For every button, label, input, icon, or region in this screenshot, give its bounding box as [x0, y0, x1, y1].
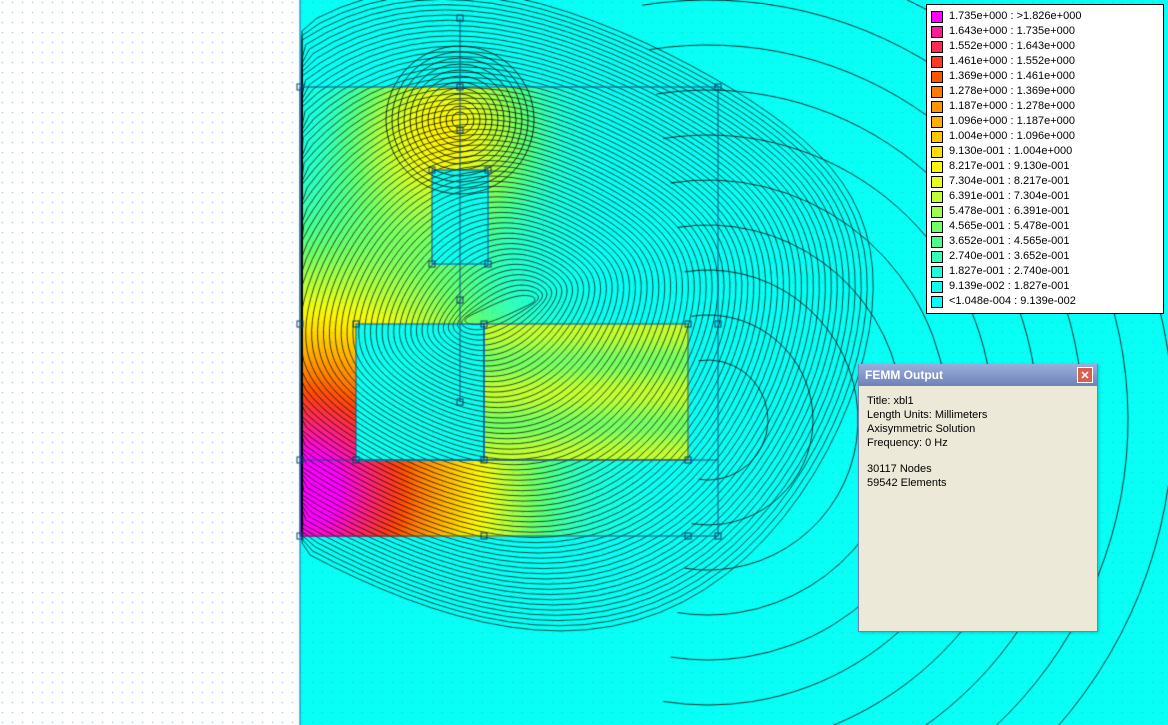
legend-row: 2.740e-001 : 3.652e-001: [931, 249, 1159, 264]
legend-swatch: [931, 176, 943, 188]
color-legend: 1.735e+000 : >1.826e+0001.643e+000 : 1.7…: [926, 4, 1164, 314]
legend-label: <1.048e-004 : 9.139e-002: [949, 294, 1076, 309]
legend-swatch: [931, 116, 943, 128]
legend-row: 1.552e+000 : 1.643e+000: [931, 39, 1159, 54]
legend-label: 1.735e+000 : >1.826e+000: [949, 9, 1081, 24]
legend-swatch: [931, 41, 943, 53]
legend-row: 4.565e-001 : 5.478e-001: [931, 219, 1159, 234]
legend-row: 9.139e-002 : 1.827e-001: [931, 279, 1159, 294]
legend-label: 1.004e+000 : 1.096e+000: [949, 129, 1075, 144]
legend-label: 4.565e-001 : 5.478e-001: [949, 219, 1070, 234]
legend-swatch: [931, 131, 943, 143]
output-line: 30117 Nodes: [867, 462, 1089, 476]
legend-row: 1.735e+000 : >1.826e+000: [931, 9, 1159, 24]
legend-label: 8.217e-001 : 9.130e-001: [949, 159, 1070, 174]
legend-row: 1.369e+000 : 1.461e+000: [931, 69, 1159, 84]
legend-label: 9.139e-002 : 1.827e-001: [949, 279, 1070, 294]
legend-row: 5.478e-001 : 6.391e-001: [931, 204, 1159, 219]
legend-swatch: [931, 101, 943, 113]
legend-swatch: [931, 221, 943, 233]
legend-row: 1.004e+000 : 1.096e+000: [931, 129, 1159, 144]
legend-label: 2.740e-001 : 3.652e-001: [949, 249, 1070, 264]
legend-label: 7.304e-001 : 8.217e-001: [949, 174, 1070, 189]
legend-label: 1.461e+000 : 1.552e+000: [949, 54, 1075, 69]
output-line: Title: xbl1: [867, 394, 1089, 408]
legend-label: 1.827e-001 : 2.740e-001: [949, 264, 1070, 279]
output-line: Length Units: Millimeters: [867, 408, 1089, 422]
legend-label: 1.096e+000 : 1.187e+000: [949, 114, 1075, 129]
legend-label: 6.391e-001 : 7.304e-001: [949, 189, 1070, 204]
legend-swatch: [931, 266, 943, 278]
legend-swatch: [931, 146, 943, 158]
output-line: 59542 Elements: [867, 476, 1089, 490]
legend-swatch: [931, 86, 943, 98]
legend-row: 1.643e+000 : 1.735e+000: [931, 24, 1159, 39]
output-window-titlebar[interactable]: FEMM Output ✕: [859, 364, 1097, 386]
close-icon[interactable]: ✕: [1077, 367, 1093, 383]
legend-label: 1.369e+000 : 1.461e+000: [949, 69, 1075, 84]
legend-row: 1.096e+000 : 1.187e+000: [931, 114, 1159, 129]
legend-row: 1.461e+000 : 1.552e+000: [931, 54, 1159, 69]
legend-swatch: [931, 71, 943, 83]
legend-row: 8.217e-001 : 9.130e-001: [931, 159, 1159, 174]
legend-row: <1.048e-004 : 9.139e-002: [931, 294, 1159, 309]
legend-swatch: [931, 191, 943, 203]
legend-row: 6.391e-001 : 7.304e-001: [931, 189, 1159, 204]
legend-label: 5.478e-001 : 6.391e-001: [949, 204, 1070, 219]
legend-row: 9.130e-001 : 1.004e+000: [931, 144, 1159, 159]
legend-swatch: [931, 281, 943, 293]
legend-swatch: [931, 236, 943, 248]
legend-swatch: [931, 206, 943, 218]
legend-label: 9.130e-001 : 1.004e+000: [949, 144, 1072, 159]
legend-row: 1.278e+000 : 1.369e+000: [931, 84, 1159, 99]
legend-label: 1.643e+000 : 1.735e+000: [949, 24, 1075, 39]
legend-label: 1.278e+000 : 1.369e+000: [949, 84, 1075, 99]
legend-row: 3.652e-001 : 4.565e-001: [931, 234, 1159, 249]
legend-label: 1.552e+000 : 1.643e+000: [949, 39, 1075, 54]
legend-row: 1.187e+000 : 1.278e+000: [931, 99, 1159, 114]
legend-label: 3.652e-001 : 4.565e-001: [949, 234, 1070, 249]
legend-swatch: [931, 251, 943, 263]
femm-output-window[interactable]: FEMM Output ✕ Title: xbl1Length Units: M…: [858, 364, 1098, 632]
output-window-title-text: FEMM Output: [865, 368, 943, 382]
legend-swatch: [931, 26, 943, 38]
output-window-body: Title: xbl1Length Units: MillimetersAxis…: [859, 386, 1097, 498]
output-line: Frequency: 0 Hz: [867, 436, 1089, 450]
legend-swatch: [931, 296, 943, 308]
legend-swatch: [931, 11, 943, 23]
legend-row: 1.827e-001 : 2.740e-001: [931, 264, 1159, 279]
legend-row: 7.304e-001 : 8.217e-001: [931, 174, 1159, 189]
legend-swatch: [931, 56, 943, 68]
output-line: Axisymmetric Solution: [867, 422, 1089, 436]
legend-label: 1.187e+000 : 1.278e+000: [949, 99, 1075, 114]
legend-swatch: [931, 161, 943, 173]
